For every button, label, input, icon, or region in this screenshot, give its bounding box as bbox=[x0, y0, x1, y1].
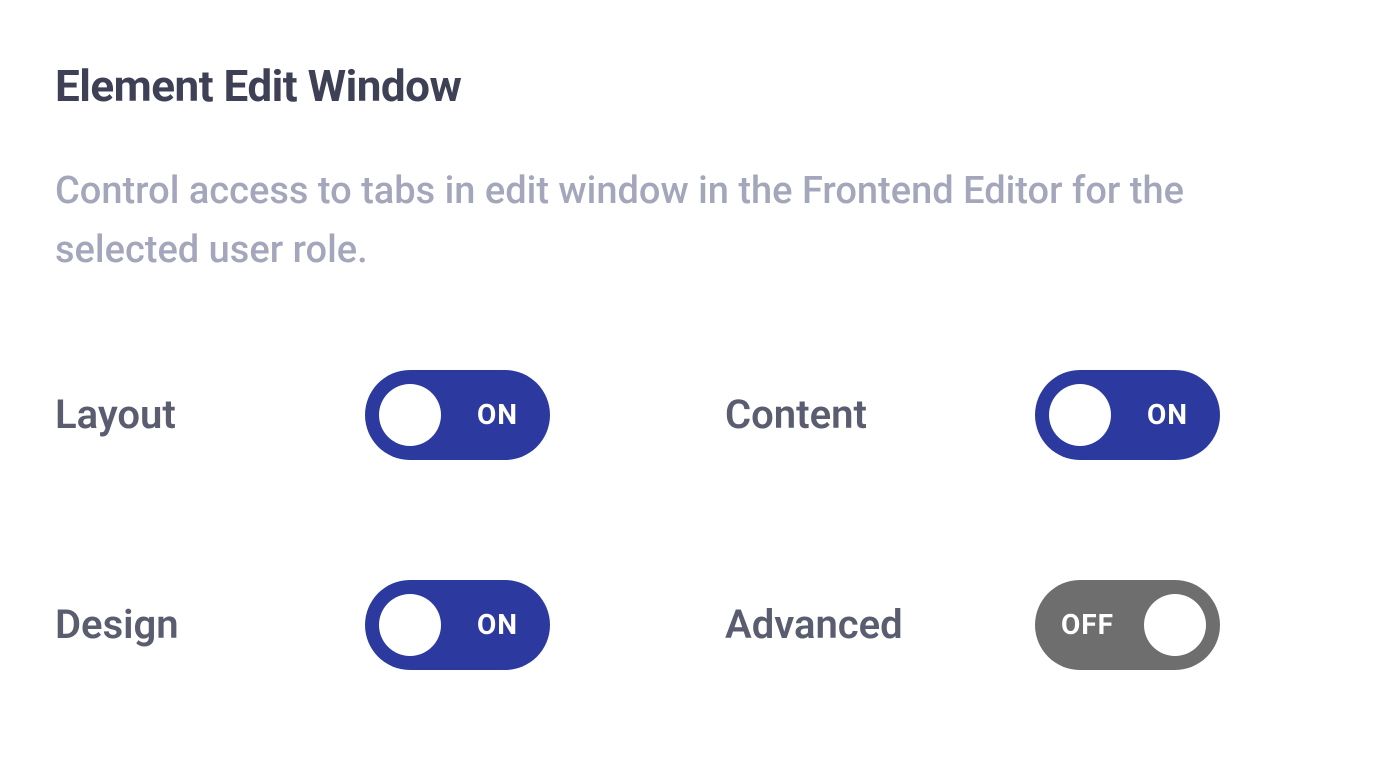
toggle-knob bbox=[379, 384, 441, 446]
toggle-label-layout: Layout bbox=[55, 391, 365, 438]
toggle-row-advanced: Advanced OFF bbox=[725, 580, 1335, 670]
toggle-state-text: ON bbox=[477, 608, 518, 641]
toggle-row-content: Content ON bbox=[725, 370, 1335, 460]
toggle-layout[interactable]: ON bbox=[365, 370, 550, 460]
toggle-state-text: ON bbox=[477, 398, 518, 431]
toggle-knob bbox=[1049, 384, 1111, 446]
toggle-label-design: Design bbox=[55, 601, 365, 648]
toggle-content[interactable]: ON bbox=[1035, 370, 1220, 460]
toggle-row-design: Design ON bbox=[55, 580, 665, 670]
section-description: Control access to tabs in edit window in… bbox=[55, 162, 1315, 280]
toggle-grid: Layout ON Content ON Design ON Advanced … bbox=[55, 370, 1335, 670]
element-edit-window-section: Element Edit Window Control access to ta… bbox=[55, 60, 1335, 670]
toggle-design[interactable]: ON bbox=[365, 580, 550, 670]
toggle-label-content: Content bbox=[725, 391, 1035, 438]
toggle-knob bbox=[1144, 594, 1206, 656]
toggle-advanced[interactable]: OFF bbox=[1035, 580, 1220, 670]
toggle-state-text: ON bbox=[1147, 398, 1188, 431]
toggle-row-layout: Layout ON bbox=[55, 370, 665, 460]
toggle-knob bbox=[379, 594, 441, 656]
section-title: Element Edit Window bbox=[55, 60, 1335, 112]
toggle-state-text: OFF bbox=[1061, 608, 1114, 641]
toggle-label-advanced: Advanced bbox=[725, 601, 1035, 648]
